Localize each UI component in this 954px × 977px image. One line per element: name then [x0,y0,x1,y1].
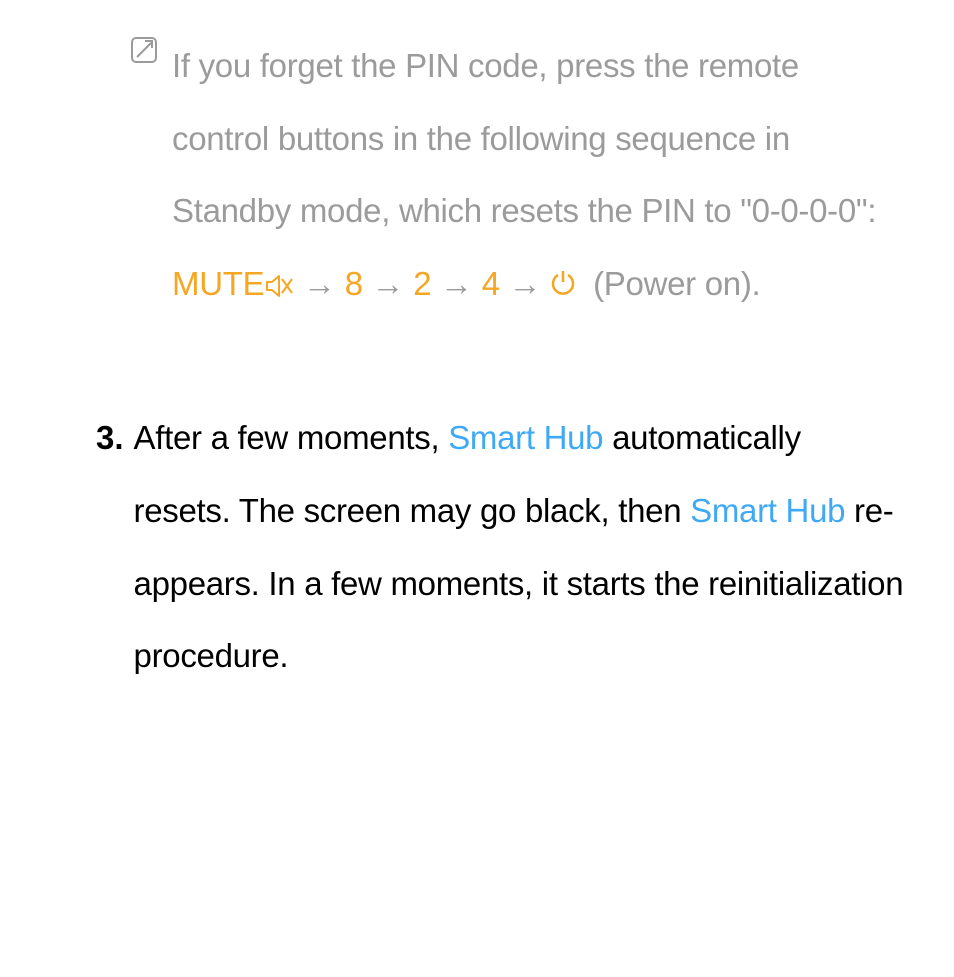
note-icon [130,36,158,69]
step3-t1: After a few moments, [134,419,449,456]
digit-4: 4 [482,265,500,302]
digit-8: 8 [345,265,363,302]
smart-hub-1: Smart Hub [448,419,603,456]
step-3-number: 3. [96,402,124,475]
mute-label: MUTE [172,265,264,302]
step-3-text: After a few moments, Smart Hub automatic… [134,402,904,692]
arrow-1: → [294,265,344,302]
power-icon [550,249,576,322]
arrow-3: → [431,265,481,302]
note-part1: If you forget the PIN code, press the re… [172,47,876,229]
power-tail: (Power on). [584,265,760,302]
smart-hub-2: Smart Hub [690,492,845,529]
mute-icon [266,250,294,323]
arrow-2: → [363,265,413,302]
note-text: If you forget the PIN code, press the re… [172,30,904,322]
mute-group: MUTE [172,265,294,302]
note-block: If you forget the PIN code, press the re… [130,30,904,322]
arrow-4: → [500,265,542,302]
step-3: 3. After a few moments, Smart Hub automa… [96,402,904,692]
digit-2: 2 [413,265,431,302]
